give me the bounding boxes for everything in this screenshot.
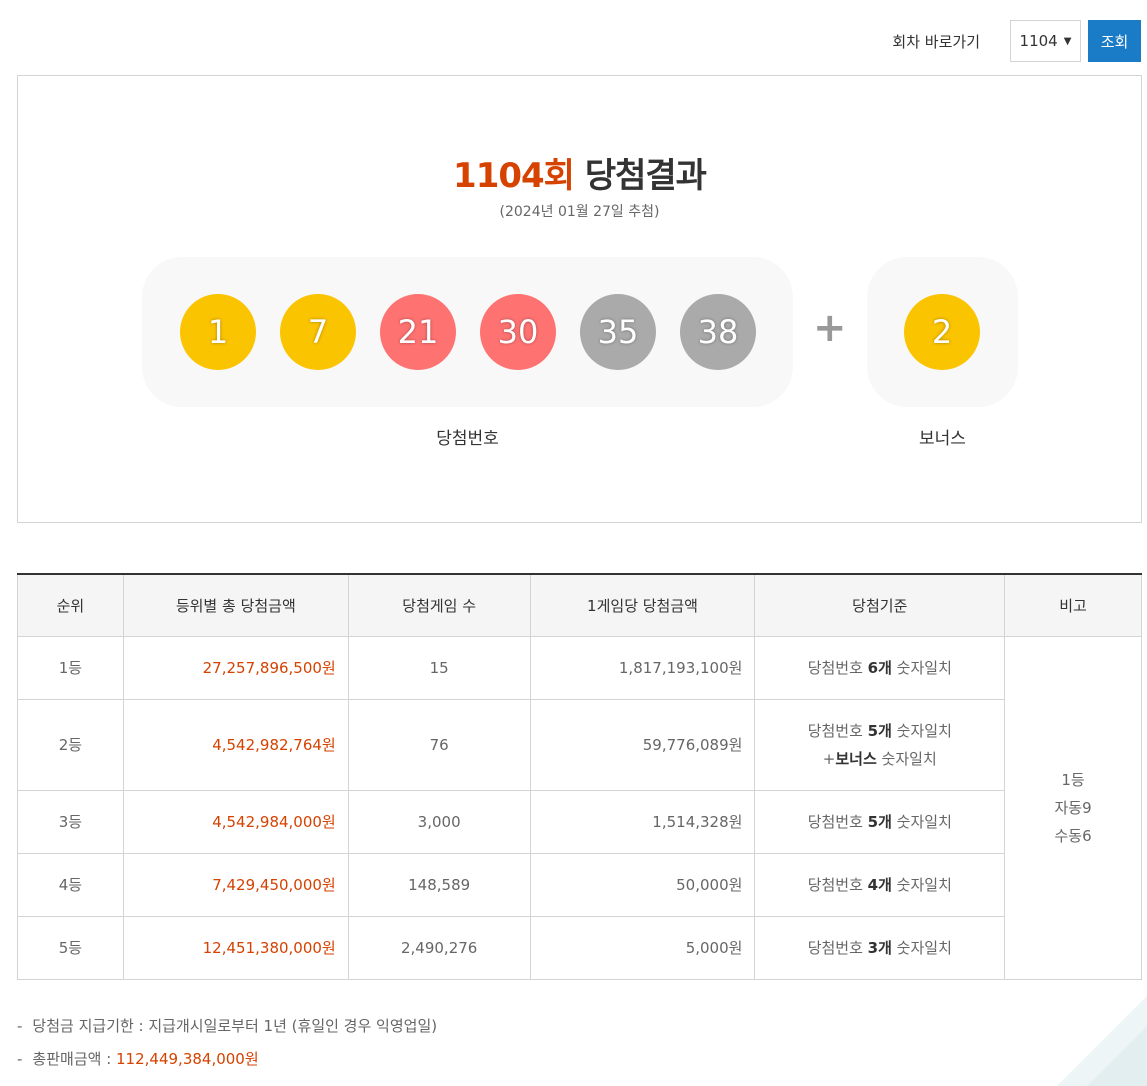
criteria-text: 당첨번호 xyxy=(807,813,868,831)
header-rank: 순위 xyxy=(17,574,124,637)
number-ball: 7 xyxy=(280,294,356,370)
prize-per-game-cell: 1,514,328원 xyxy=(530,790,756,854)
winning-numbers-label: 당첨번호 xyxy=(436,429,499,449)
number-ball: 35 xyxy=(580,294,656,370)
games-cell: 76 xyxy=(348,699,531,791)
table-row: 5등 12,451,380,000원 2,490,276 5,000원 당첨번호… xyxy=(17,916,1142,980)
list-item: - 총판매금액 : 112,449,384,000원 xyxy=(17,1048,437,1069)
bonus-number-panel: 2 xyxy=(867,257,1018,407)
criteria-text: 숫자일치 xyxy=(876,749,937,768)
number-ball: 21 xyxy=(380,294,456,370)
criteria-text: + xyxy=(822,749,836,768)
total-sales-label: 총판매금액 : xyxy=(32,1050,117,1068)
criteria-cell: 당첨번호 4개 숫자일치 xyxy=(754,853,1006,917)
rank-cell: 5등 xyxy=(17,916,124,980)
total-prize-cell: 27,257,896,500원 xyxy=(123,636,349,700)
winning-numbers-panel: 1 7 21 30 35 38 xyxy=(142,257,793,407)
criteria-count: 6개 xyxy=(867,659,892,677)
note-line: 자동9 xyxy=(1054,798,1092,817)
number-ball: 1 xyxy=(180,294,256,370)
criteria-text: 숫자일치 xyxy=(891,721,952,740)
total-prize-cell: 4,542,984,000원 xyxy=(123,790,349,854)
criteria-count: 4개 xyxy=(867,876,892,894)
prize-table: 순위 등위별 총 당첨금액 당첨게임 수 1게임당 당첨금액 당첨기준 비고 1… xyxy=(17,573,1142,980)
number-ball: 38 xyxy=(680,294,756,370)
criteria-cell: 당첨번호 6개 숫자일치 xyxy=(754,636,1006,700)
criteria-count: 5개 xyxy=(867,813,892,831)
criteria-text: 숫자일치 xyxy=(891,659,952,677)
criteria-text: 숫자일치 xyxy=(891,876,952,894)
bonus-ball: 2 xyxy=(904,294,980,370)
games-cell: 3,000 xyxy=(348,790,531,854)
prize-per-game-cell: 50,000원 xyxy=(530,853,756,917)
bonus-label: 보너스 xyxy=(919,429,966,449)
total-prize-cell: 12,451,380,000원 xyxy=(123,916,349,980)
note-cell: 1등 자동9 수동6 xyxy=(1004,636,1142,980)
prize-per-game-cell: 5,000원 xyxy=(530,916,756,980)
criteria-text: 숫자일치 xyxy=(891,939,952,957)
note-line: 수동6 xyxy=(1054,826,1092,845)
prize-per-game-cell: 1,817,193,100원 xyxy=(530,636,756,700)
criteria-text: 당첨번호 xyxy=(807,939,868,957)
corner-decoration xyxy=(1057,976,1147,1086)
header-prize-per-game: 1게임당 당첨금액 xyxy=(530,574,756,637)
plus-icon: + xyxy=(813,305,847,351)
games-cell: 15 xyxy=(348,636,531,700)
total-sales-value: 112,449,384,000원 xyxy=(116,1050,259,1068)
table-row: 1등 27,257,896,500원 15 1,817,193,100원 당첨번… xyxy=(17,636,1142,980)
header-criteria: 당첨기준 xyxy=(754,574,1006,637)
criteria-cell: 당첨번호 5개 숫자일치 xyxy=(754,790,1006,854)
criteria-cell: 당첨번호 3개 숫자일치 xyxy=(754,916,1006,980)
criteria-bonus: 보너스 xyxy=(835,749,877,768)
criteria-text: 당첨번호 xyxy=(807,721,868,740)
header-total-prize: 등위별 총 당첨금액 xyxy=(123,574,349,637)
result-title-suffix: 당첨결과 xyxy=(584,156,707,196)
games-cell: 148,589 xyxy=(348,853,531,917)
games-cell: 2,490,276 xyxy=(348,916,531,980)
round-select-value: 1104 xyxy=(1019,32,1058,50)
caret-down-icon: ▼ xyxy=(1063,35,1072,47)
criteria-text: 당첨번호 xyxy=(807,659,868,677)
rank-cell: 2등 xyxy=(17,699,124,791)
result-title: 1104회 당첨결과 xyxy=(18,148,1141,197)
criteria-count: 5개 xyxy=(867,721,892,740)
table-row: 2등 4,542,982,764원 76 59,776,089원 당첨번호 5개… xyxy=(17,699,1142,791)
total-prize-cell: 4,542,982,764원 xyxy=(123,699,349,791)
criteria-text: 당첨번호 xyxy=(807,876,868,894)
rank-cell: 3등 xyxy=(17,790,124,854)
list-item: - 당첨금 지급기한 : 지급개시일로부터 1년 (휴일인 경우 익영업일) xyxy=(17,1015,437,1036)
table-row: 3등 4,542,984,000원 3,000 1,514,328원 당첨번호 … xyxy=(17,790,1142,854)
total-prize-cell: 7,429,450,000원 xyxy=(123,853,349,917)
criteria-count: 3개 xyxy=(867,939,892,957)
draw-date: (2024년 01월 27일 추첨) xyxy=(499,204,660,220)
note-line: 1등 xyxy=(1061,770,1085,789)
goto-round-label: 회차 바로가기 xyxy=(892,32,980,51)
table-row: 4등 7,429,450,000원 148,589 50,000원 당첨번호 4… xyxy=(17,853,1142,917)
round-navigation-bar: 회차 바로가기 1104 ▼ 조회 xyxy=(892,20,1141,62)
round-select[interactable]: 1104 ▼ xyxy=(1010,20,1081,62)
search-button[interactable]: 조회 xyxy=(1088,20,1141,62)
round-number: 1104회 xyxy=(453,156,575,196)
draw-result-panel: 1104회 당첨결과 (2024년 01월 27일 추첨) 1 7 21 30 … xyxy=(17,75,1142,523)
bullet-dash: - xyxy=(17,1017,23,1035)
prize-per-game-cell: 59,776,089원 xyxy=(530,699,756,791)
header-winning-games: 당첨게임 수 xyxy=(348,574,531,637)
criteria-text: 숫자일치 xyxy=(891,813,952,831)
bullet-dash: - xyxy=(17,1050,23,1068)
criteria-cell: 당첨번호 5개 숫자일치 +보너스 숫자일치 xyxy=(754,699,1006,791)
footnotes: - 당첨금 지급기한 : 지급개시일로부터 1년 (휴일인 경우 익영업일) -총… xyxy=(17,1015,437,1081)
table-header-row: 순위 등위별 총 당첨금액 당첨게임 수 1게임당 당첨금액 당첨기준 비고 xyxy=(17,574,1142,637)
rank-cell: 4등 xyxy=(17,853,124,917)
payment-deadline-note: 당첨금 지급기한 : 지급개시일로부터 1년 (휴일인 경우 익영업일) xyxy=(32,1017,438,1035)
rank-cell: 1등 xyxy=(17,636,124,700)
number-ball: 30 xyxy=(480,294,556,370)
header-note: 비고 xyxy=(1004,574,1142,637)
